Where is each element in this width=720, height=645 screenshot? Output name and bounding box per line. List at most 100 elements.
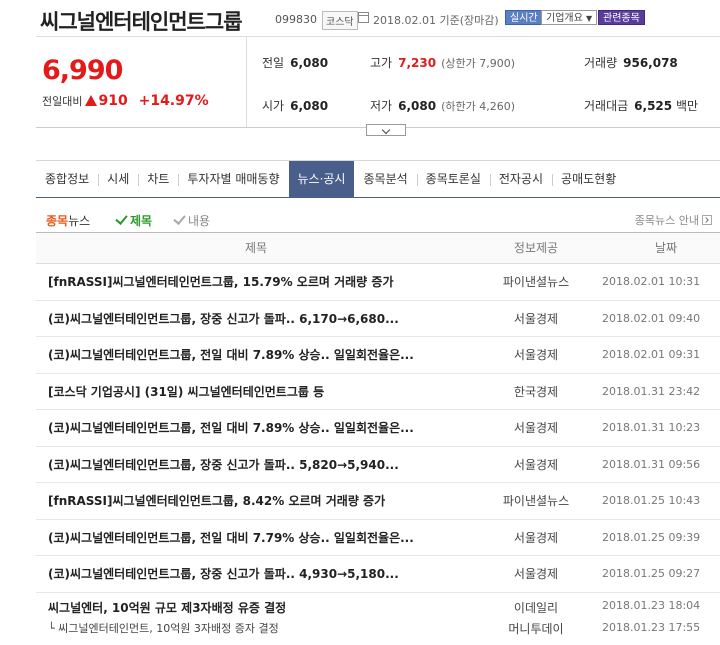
tab-analysis[interactable]: 종목분석 [354,161,416,198]
change-percent: +14.97% [138,93,209,109]
company-overview-button[interactable]: 기업개요 ▼ [541,10,598,25]
tab-disclosure[interactable]: 전자공시 [489,161,552,198]
stock-code: 099830 [275,13,317,26]
news-title-link[interactable]: (코)씨그널엔터테인먼트그룹, 전일 대비 7.79% 상승.. 일일회전율은.… [48,520,414,556]
news-source: 이데일리 [513,600,559,615]
news-source: 한국경제 [513,384,559,399]
market-badge: 코스닥 [322,11,358,30]
stat-value: 6,080 [398,99,437,113]
table-row: (코)씨그널엔터테인먼트그룹, 장중 신고가 돌파.. 6,170→6,680.… [36,301,720,337]
news-source: 파이낸셜뉴스 [502,275,570,289]
stat-label: 고가 [370,56,393,70]
news-title-link[interactable]: [fnRASSI]씨그널엔터테인먼트그룹, 15.79% 오르며 거래량 증가 [48,264,393,300]
tab-investor-trading[interactable]: 투자자별 매매동향 [178,161,288,198]
news-rows: [fnRASSI]씨그널엔터테인먼트그룹, 15.79% 오르며 거래량 증가파… [36,264,720,593]
news-table: 제목 정보제공 날짜 [fnRASSI]씨그널엔터테인먼트그룹, 15.79% … [36,232,720,637]
stat-label: 거래대금 [584,99,629,113]
stat-value: 6,525 [634,99,673,113]
table-row: (코)씨그널엔터테인먼트그룹, 전일 대비 7.79% 상승.. 일일회전율은.… [36,520,720,556]
current-price-panel: 6,990 전일대비 910 +14.97% [36,37,247,127]
news-source: 파이낸셜뉴스 [502,494,570,508]
news-title-link[interactable]: [fnRASSI]씨그널엔터테인먼트그룹, 8.42% 오르며 거래량 증가 [48,483,385,519]
news-title-link[interactable]: (코)씨그널엔터테인먼트그룹, 장중 신고가 돌파.. 6,170→6,680.… [48,301,399,337]
change-label: 전일대비 [42,95,83,108]
stat-label: 저가 [370,99,393,113]
tab-quotes[interactable]: 시세 [98,161,138,198]
news-date: 2018.02.01 09:40 [602,311,701,325]
news-date: 2018.01.31 23:42 [602,384,701,398]
tab-news[interactable]: 뉴스·공시 [288,161,355,198]
news-date: 2018.01.25 09:39 [602,530,701,544]
stat-label: 거래량 [584,56,618,70]
related-news-date: 2018.01.23 17:55 [602,620,701,634]
stat-amount: 거래대금 6,525 백만 [584,97,698,114]
price-summary: 6,990 전일대비 910 +14.97% 전일 6,080 고가 7,230 (상한… [36,36,720,136]
tab-chart[interactable]: 차트 [138,161,178,198]
guide-label: 종목뉴스 안내 [634,214,699,227]
stat-label: 시가 [262,99,285,113]
news-source: 서울경제 [513,421,559,435]
news-date: 2018.02.01 10:31 [602,275,701,288]
stat-low: 저가 6,080 (하한가 4,260) [370,97,515,114]
news-title-link[interactable]: (코)씨그널엔터테인먼트그룹, 장중 신고가 돌파.. 5,820→5,940.… [48,447,399,483]
change-amount: 910 [98,93,128,109]
expand-toggle-chevron-icon[interactable] [366,124,406,136]
date-basis: 2018.02.01 기준(장마감) [373,14,499,27]
tab-short-selling[interactable]: 공매도현황 [552,161,625,198]
news-title-link[interactable]: (코)씨그널엔터테인먼트그룹, 전일 대비 7.89% 상승.. 일일회전율은.… [48,337,414,373]
dropdown-icon: ▼ [586,14,593,23]
option-label: 제목 [130,214,153,228]
realtime-button[interactable]: 실시간 [505,10,543,25]
news-title-link[interactable]: (코)씨그널엔터테인먼트그룹, 전일 대비 7.89% 상승.. 일일회전율은.… [48,410,414,446]
news-subheader: 종목뉴스 제목 내용 종목뉴스 안내 [36,208,720,232]
check-icon [173,212,186,225]
company-name[interactable]: 씨그널엔터테인먼트그룹 [40,6,243,36]
table-row: (코)씨그널엔터테인먼트그룹, 장중 신고가 돌파.. 4,930→5,180.… [36,556,720,593]
news-source: 서울경제 [513,311,559,326]
company-overview-label: 기업개요 [546,13,583,24]
table-row: [fnRASSI]씨그널엔터테인먼트그룹, 15.79% 오르며 거래량 증가 파… [36,264,720,301]
related-stocks-button[interactable]: 관련종목 [598,10,645,25]
related-news-link[interactable]: └ 씨그널엔터테인먼트, 10억원 3자배정 증자 결정 [48,620,279,636]
check-icon [115,212,128,225]
stat-label: 전일 [262,56,285,70]
tab-overview[interactable]: 종합정보 [36,161,98,198]
title-rest: 뉴스 [68,214,91,228]
column-source: 정보제공 [513,241,559,255]
news-date: 2018.01.31 10:23 [602,421,701,434]
news-date: 2018.01.25 09:27 [602,567,701,580]
stat-value: 7,230 [398,56,437,70]
tab-discussion[interactable]: 종목토론실 [416,161,490,198]
upper-limit: (상한가 7,900) [441,57,515,70]
stat-value: 6,080 [290,56,329,70]
related-news-source: 머니투데이 [508,621,564,636]
title-highlight: 종목 [46,214,69,228]
column-title: 제목 [244,241,268,255]
stat-prev-close: 전일 6,080 [262,54,328,71]
table-row: (코)씨그널엔터테인먼트그룹, 전일 대비 7.89% 상승.. 일일회전율은.… [36,410,720,447]
news-guide-link[interactable]: 종목뉴스 안내 [635,212,712,228]
table-header: 제목 정보제공 날짜 [36,232,720,264]
table-row: [코스닥 기업공시] (31일) 씨그널엔터테인먼트그룹 등 한국경제 2018.0… [36,374,720,410]
price-change: 전일대비 910 +14.97% [42,93,209,109]
news-section-title: 종목뉴스 [46,212,90,229]
search-option-content[interactable]: 내용 [173,212,210,229]
stat-unit: 백만 [675,99,699,113]
table-row: 씨그널엔터, 10억원 규모 제3자배정 유증 결정 이데일리 2018.01.… [36,593,720,637]
news-date: 2018.01.23 18:04 [602,598,701,612]
table-row: (코)씨그널엔터테인먼트그룹, 장중 신고가 돌파.. 5,820→5,940.… [36,447,720,483]
news-title-link[interactable]: (코)씨그널엔터테인먼트그룹, 장중 신고가 돌파.. 4,930→5,180.… [48,556,399,592]
current-price: 6,990 [42,55,123,86]
up-arrow-icon [85,95,98,106]
news-source: 서울경제 [513,530,559,545]
news-title-link[interactable]: 씨그널엔터, 10억원 규모 제3자배정 유증 결정 [48,599,286,616]
news-source: 서울경제 [513,457,559,472]
lower-limit: (하한가 4,260) [441,100,515,113]
stat-high: 고가 7,230 (상한가 7,900) [370,54,515,71]
news-title-link[interactable]: [코스닥 기업공시] (31일) 씨그널엔터테인먼트그룹 등 [48,374,324,410]
table-row: (코)씨그널엔터테인먼트그룹, 전일 대비 7.89% 상승.. 일일회전율은.… [36,337,720,374]
stat-value: 6,080 [290,99,329,113]
search-option-title[interactable]: 제목 [115,212,153,229]
calendar-icon [358,12,369,23]
table-row: [fnRASSI]씨그널엔터테인먼트그룹, 8.42% 오르며 거래량 증가 파이… [36,483,720,520]
